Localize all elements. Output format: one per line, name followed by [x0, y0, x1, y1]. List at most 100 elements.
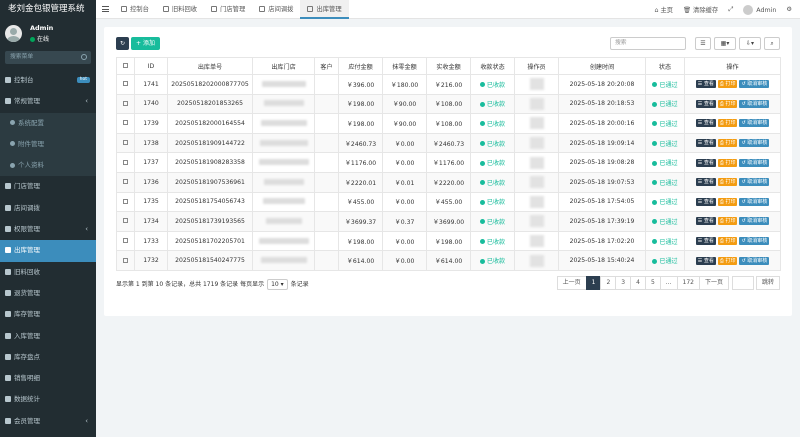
sidebar-item-dashboard[interactable]: 控制台 hot: [0, 70, 96, 91]
sidebar-item-inbound[interactable]: 入库管理: [0, 326, 96, 347]
table-row[interactable]: 1732 202505181540247775 ￥614.00 ￥0.00 ￥614.0…: [116, 250, 781, 271]
print-button[interactable]: ⎙ 打印: [717, 178, 738, 187]
col-order-no[interactable]: 出库单号: [167, 57, 253, 75]
home-link[interactable]: ⌂ 主页: [654, 5, 673, 14]
cancel-review-button[interactable]: ↺ 取消审核: [739, 256, 770, 265]
sidebar-item-system-config[interactable]: 系统配置: [0, 112, 96, 134]
col-created[interactable]: 创建时间: [558, 57, 646, 75]
page-next[interactable]: 下一页: [698, 275, 729, 290]
sidebar-item-sales[interactable]: 销售明细: [0, 368, 96, 389]
table-row[interactable]: 1740 20250518201853265 ￥198.00 ￥90.00 ￥108.0…: [116, 93, 781, 115]
page-172[interactable]: 172: [676, 275, 700, 290]
sidebar-item-stocktake[interactable]: 库存盘点: [0, 347, 96, 368]
page-5[interactable]: 5: [644, 275, 661, 290]
view-button[interactable]: ☰ 查看: [695, 99, 716, 108]
toggle-view-icon[interactable]: ☰: [695, 37, 711, 50]
menu-search-input[interactable]: 搜索菜单: [5, 51, 91, 64]
table-row[interactable]: 1737 202505181908283358 ￥1176.00 ￥0.00 ￥1176…: [116, 152, 781, 173]
print-button[interactable]: ⎙ 打印: [717, 99, 738, 108]
col-rounding[interactable]: 抹零金额: [382, 57, 427, 75]
page-1[interactable]: 1: [585, 275, 602, 290]
tab-transfer[interactable]: 店间调拨: [252, 0, 300, 19]
col-status[interactable]: 状态: [645, 57, 685, 75]
print-button[interactable]: ⎙ 打印: [717, 139, 738, 148]
view-button[interactable]: ☰ 查看: [695, 237, 716, 246]
sidebar-item-members[interactable]: 会员管理 ‹: [0, 411, 96, 432]
view-button[interactable]: ☰ 查看: [695, 256, 716, 265]
page-2[interactable]: 2: [600, 275, 617, 290]
cancel-review-button[interactable]: ↺ 取消审核: [739, 119, 770, 128]
row-checkbox[interactable]: [116, 211, 135, 232]
cancel-review-button[interactable]: ↺ 取消审核: [739, 197, 770, 206]
columns-icon[interactable]: ▦▾: [714, 37, 736, 50]
sidebar-item-permissions[interactable]: 权限管理 ‹: [0, 219, 96, 240]
row-checkbox[interactable]: [116, 93, 135, 115]
view-button[interactable]: ☰ 查看: [695, 178, 716, 187]
col-customer[interactable]: 客户: [314, 57, 339, 75]
col-pay-status[interactable]: 收款状态: [470, 57, 515, 75]
cancel-review-button[interactable]: ↺ 取消审核: [739, 139, 770, 148]
row-checkbox[interactable]: [116, 191, 135, 213]
cancel-review-button[interactable]: ↺ 取消审核: [739, 80, 770, 89]
export-icon[interactable]: ⇩▾: [739, 37, 761, 50]
row-checkbox[interactable]: [116, 230, 135, 252]
row-checkbox[interactable]: [116, 250, 135, 271]
cancel-review-button[interactable]: ↺ 取消审核: [739, 178, 770, 187]
tab-stores[interactable]: 门店管理: [204, 0, 252, 19]
view-button[interactable]: ☰ 查看: [695, 158, 716, 167]
menu-toggle-icon[interactable]: [102, 6, 109, 12]
fullscreen-icon[interactable]: ⤢: [728, 6, 733, 14]
print-button[interactable]: ⎙ 打印: [717, 158, 738, 167]
sidebar-item-outbound[interactable]: 出库管理: [0, 240, 96, 262]
table-row[interactable]: 1734 202505181739193565 ￥3699.37 ￥0.37 ￥3699…: [116, 211, 781, 232]
view-button[interactable]: ☰ 查看: [695, 119, 716, 128]
col-paid[interactable]: 实收金额: [426, 57, 471, 75]
row-checkbox[interactable]: [116, 152, 135, 173]
sidebar-item-stats[interactable]: 数据统计: [0, 389, 96, 410]
print-button[interactable]: ⎙ 打印: [717, 217, 738, 226]
sidebar-item-profile[interactable]: 个人资料: [0, 155, 96, 177]
col-id[interactable]: ID: [134, 57, 168, 75]
print-button[interactable]: ⎙ 打印: [717, 80, 738, 89]
page-4[interactable]: 4: [630, 275, 646, 290]
sidebar-item-returns[interactable]: 退货管理: [0, 283, 96, 304]
table-row[interactable]: 1735 202505181754056743 ￥455.00 ￥0.00 ￥455.0…: [116, 191, 781, 213]
sidebar-item-stores[interactable]: 门店管理: [0, 176, 96, 197]
table-row[interactable]: 1733 202505181702205701 ￥198.00 ￥0.00 ￥198.0…: [116, 230, 781, 252]
clear-cache-link[interactable]: 🗑 清除缓存: [683, 5, 718, 14]
print-button[interactable]: ⎙ 打印: [717, 119, 738, 128]
row-checkbox[interactable]: [116, 171, 135, 193]
table-row[interactable]: 1736 20250518190753696​1 ￥2220.01 ￥0.01 ￥222…: [116, 171, 781, 193]
tab-outbound[interactable]: 出库管理: [300, 0, 349, 19]
table-row[interactable]: 1739 202505182000164554 ￥198.00 ￥90.00 ￥108.…: [116, 113, 781, 134]
view-button[interactable]: ☰ 查看: [695, 217, 716, 226]
page-jump-button[interactable]: 跳转: [755, 275, 780, 290]
advanced-search-icon[interactable]: ⌕: [764, 37, 780, 50]
col-store[interactable]: 出库门店: [252, 57, 315, 75]
sidebar-item-recycle[interactable]: 旧料回收: [0, 262, 96, 283]
table-row[interactable]: 1738 202505181909144722 ￥2460.73 ￥0.00 ￥2460…: [116, 132, 781, 154]
sidebar-item-general[interactable]: 常规管理 ‹: [0, 91, 96, 112]
view-button[interactable]: ☰ 查看: [695, 139, 716, 148]
cancel-review-button[interactable]: ↺ 取消审核: [739, 217, 770, 226]
user-menu[interactable]: Admin: [743, 4, 776, 15]
table-row[interactable]: 1741 20250518202000877705 ￥396.00 ￥180.00 ￥2…: [116, 74, 781, 95]
page-jump-input[interactable]: [731, 275, 754, 290]
add-button[interactable]: + 添加: [131, 37, 160, 50]
page-prev[interactable]: 上一页: [556, 275, 587, 290]
cancel-review-button[interactable]: ↺ 取消审核: [739, 158, 770, 167]
tab-dashboard[interactable]: 控制台: [114, 0, 156, 19]
page-3[interactable]: 3: [615, 275, 632, 290]
refresh-button[interactable]: ↻: [116, 37, 129, 50]
view-button[interactable]: ☰ 查看: [695, 197, 716, 206]
cancel-review-button[interactable]: ↺ 取消审核: [739, 237, 770, 246]
row-checkbox[interactable]: [116, 74, 135, 95]
tab-recycle[interactable]: 旧料回收: [156, 0, 204, 19]
col-operator[interactable]: 操作员: [514, 57, 559, 75]
col-due[interactable]: 应付金额: [338, 57, 383, 75]
sidebar-item-transfer[interactable]: 店间调拨: [0, 198, 96, 219]
print-button[interactable]: ⎙ 打印: [717, 197, 738, 206]
sidebar-item-attachments[interactable]: 附件管理: [0, 133, 96, 156]
settings-icon[interactable]: ⚙: [786, 6, 792, 13]
view-button[interactable]: ☰ 查看: [695, 80, 716, 89]
